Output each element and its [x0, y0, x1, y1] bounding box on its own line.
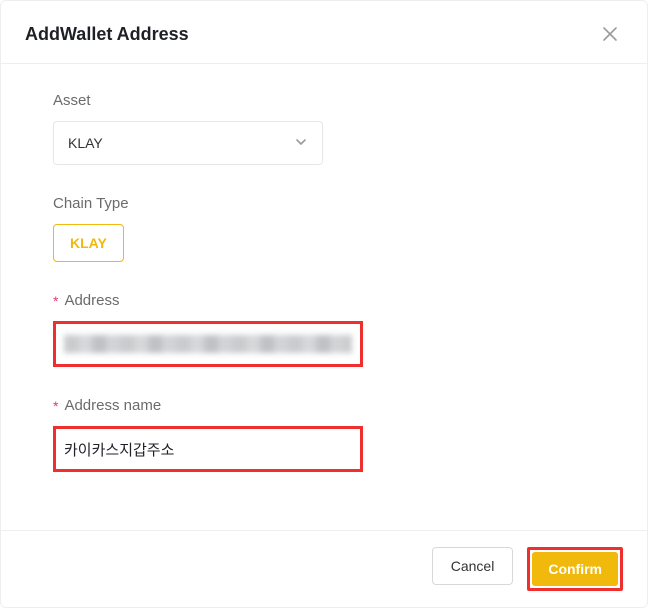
close-button[interactable] [597, 21, 623, 47]
modal-title: AddWallet Address [25, 24, 189, 45]
address-name-group: * Address name [53, 397, 595, 472]
address-group: * Address [53, 292, 595, 367]
address-name-label: * Address name [53, 397, 595, 414]
add-wallet-modal: AddWallet Address Asset KLAY Chain Type … [0, 0, 648, 608]
modal-body: Asset KLAY Chain Type KLAY * Address [1, 64, 647, 530]
asset-label: Asset [53, 92, 595, 109]
chain-type-label: Chain Type [53, 195, 595, 212]
required-mark: * [53, 398, 58, 414]
address-label-text: Address [64, 292, 119, 309]
address-name-input[interactable] [64, 429, 352, 469]
chain-type-options: KLAY [53, 224, 595, 262]
confirm-highlight: Confirm [527, 547, 623, 591]
confirm-button[interactable]: Confirm [532, 552, 618, 586]
asset-group: Asset KLAY [53, 92, 595, 165]
asset-select[interactable]: KLAY [53, 121, 323, 165]
address-input-redacted[interactable] [64, 335, 352, 353]
required-mark: * [53, 293, 58, 309]
asset-select-value: KLAY [68, 135, 103, 151]
chevron-down-icon [294, 135, 308, 152]
chain-type-chip-klay[interactable]: KLAY [53, 224, 124, 262]
cancel-button[interactable]: Cancel [432, 547, 514, 585]
address-label: * Address [53, 292, 595, 309]
modal-header: AddWallet Address [1, 1, 647, 64]
address-name-input-frame [53, 426, 363, 472]
modal-footer: Cancel Confirm [1, 530, 647, 607]
address-input-frame [53, 321, 363, 367]
chain-type-group: Chain Type KLAY [53, 195, 595, 262]
address-name-label-text: Address name [64, 397, 161, 414]
close-icon [601, 25, 619, 43]
